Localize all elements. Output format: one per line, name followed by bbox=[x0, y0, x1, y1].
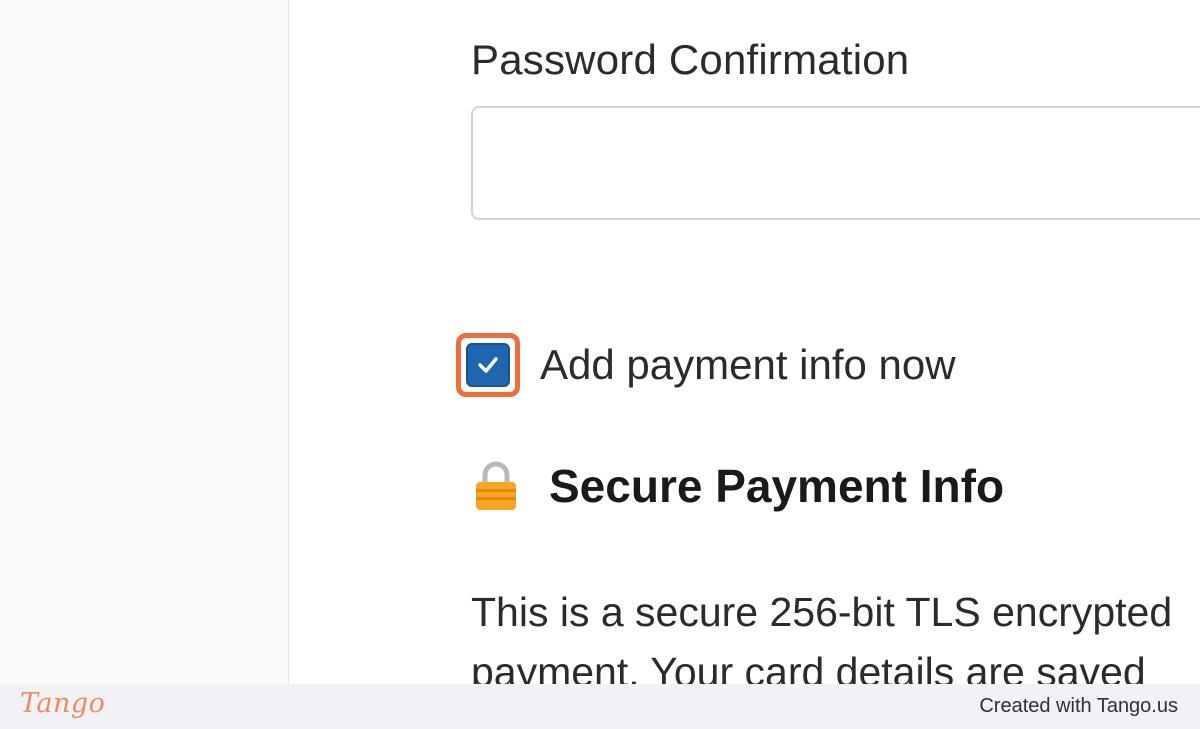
sidebar bbox=[0, 0, 289, 684]
secure-payment-description: This is a secure 256-bit TLS encrypted p… bbox=[471, 589, 1173, 684]
password-confirmation-label: Password Confirmation bbox=[471, 36, 910, 83]
screen: Password Confirmation Add payment info n… bbox=[0, 0, 1200, 729]
secure-payment-heading-row: Secure Payment Info bbox=[473, 448, 1004, 524]
checkmark-icon bbox=[478, 357, 498, 373]
tango-logo[interactable]: Tango bbox=[20, 688, 105, 719]
add-payment-checkbox[interactable] bbox=[466, 343, 510, 387]
tango-footer: Tango Created with Tango.us bbox=[0, 684, 1200, 729]
footer-credit[interactable]: Created with Tango.us bbox=[979, 695, 1178, 718]
checkbox-highlight bbox=[456, 333, 520, 397]
add-payment-label[interactable]: Add payment info now bbox=[540, 341, 956, 389]
password-confirmation-input[interactable] bbox=[471, 106, 1200, 220]
add-payment-row[interactable]: Add payment info now bbox=[456, 327, 956, 403]
secure-payment-heading: Secure Payment Info bbox=[549, 460, 1005, 512]
main-content: Password Confirmation Add payment info n… bbox=[289, 0, 1200, 684]
lock-icon bbox=[473, 459, 519, 513]
